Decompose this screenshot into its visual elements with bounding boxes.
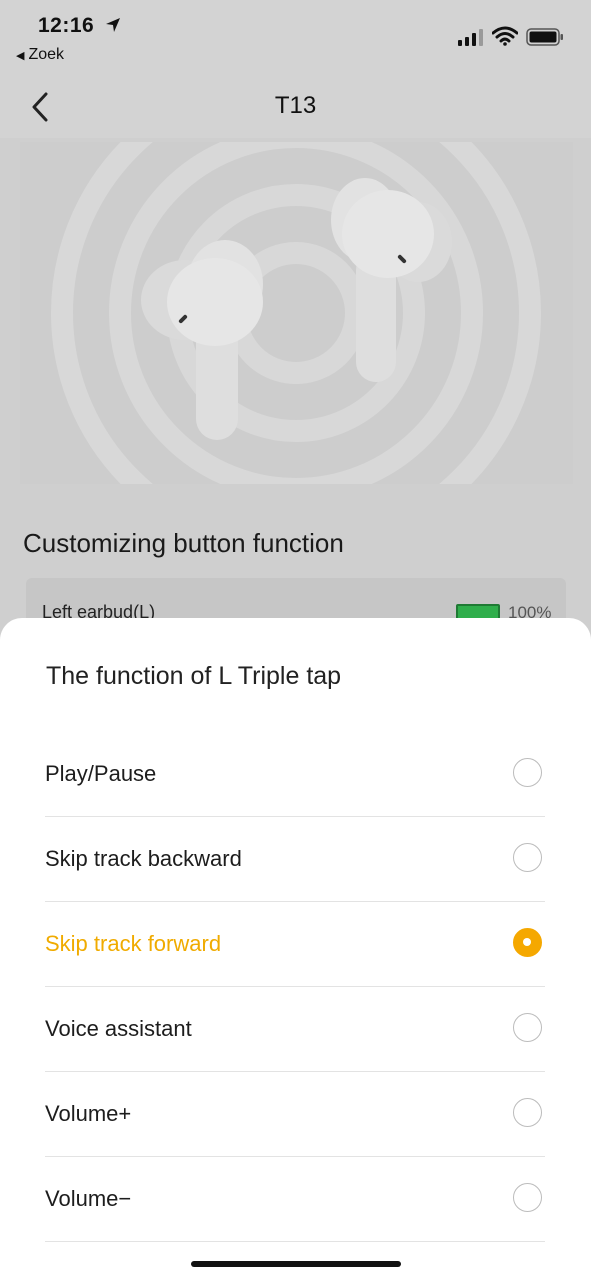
back-to-app-link[interactable]: ◀ Zoek [16, 46, 64, 64]
cellular-signal-icon [458, 29, 483, 46]
back-app-label: Zoek [28, 46, 65, 63]
wifi-icon [492, 26, 518, 46]
earbuds-illustration [51, 142, 541, 484]
option-label: Skip track forward [45, 931, 222, 956]
option-skip-track-backward[interactable]: Skip track backward [45, 817, 545, 902]
option-label: Play/Pause [45, 761, 157, 786]
option-skip-track-forward[interactable]: Skip track forward [45, 902, 545, 987]
page-title: T13 [274, 92, 317, 119]
radio-button[interactable] [513, 1098, 542, 1127]
option-play-pause[interactable]: Play/Pause [45, 732, 545, 817]
option-voice-assistant[interactable]: Voice assistant [45, 987, 545, 1072]
battery-icon [526, 28, 563, 46]
option-label: Volume− [45, 1186, 132, 1211]
radio-button[interactable] [513, 1183, 542, 1212]
status-time: 12:16 [38, 14, 95, 37]
earbuds-product-image [20, 142, 573, 484]
nav-bar: T13 [0, 78, 591, 138]
sheet-title: The function of L Triple tap [46, 662, 342, 690]
function-options-list: Play/Pause Skip track backward Skip trac… [45, 732, 545, 1242]
function-bottom-sheet: The function of L Triple tap Play/Pause … [0, 618, 591, 1280]
back-triangle-icon: ◀ [16, 50, 25, 62]
radio-button[interactable] [513, 843, 542, 872]
option-label: Voice assistant [45, 1016, 192, 1041]
home-indicator[interactable] [191, 1261, 401, 1267]
radio-button-selected[interactable] [513, 928, 542, 957]
location-arrow-icon [106, 18, 120, 32]
option-label: Skip track backward [45, 846, 242, 871]
status-bar: 12:16 ◀ Zoek [0, 0, 591, 78]
option-label: Volume+ [45, 1101, 132, 1126]
option-volume-up[interactable]: Volume+ [45, 1072, 545, 1157]
radio-button[interactable] [513, 758, 542, 787]
radio-button[interactable] [513, 1013, 542, 1042]
option-volume-down[interactable]: Volume− [45, 1157, 545, 1242]
section-title: Customizing button function [23, 528, 344, 558]
